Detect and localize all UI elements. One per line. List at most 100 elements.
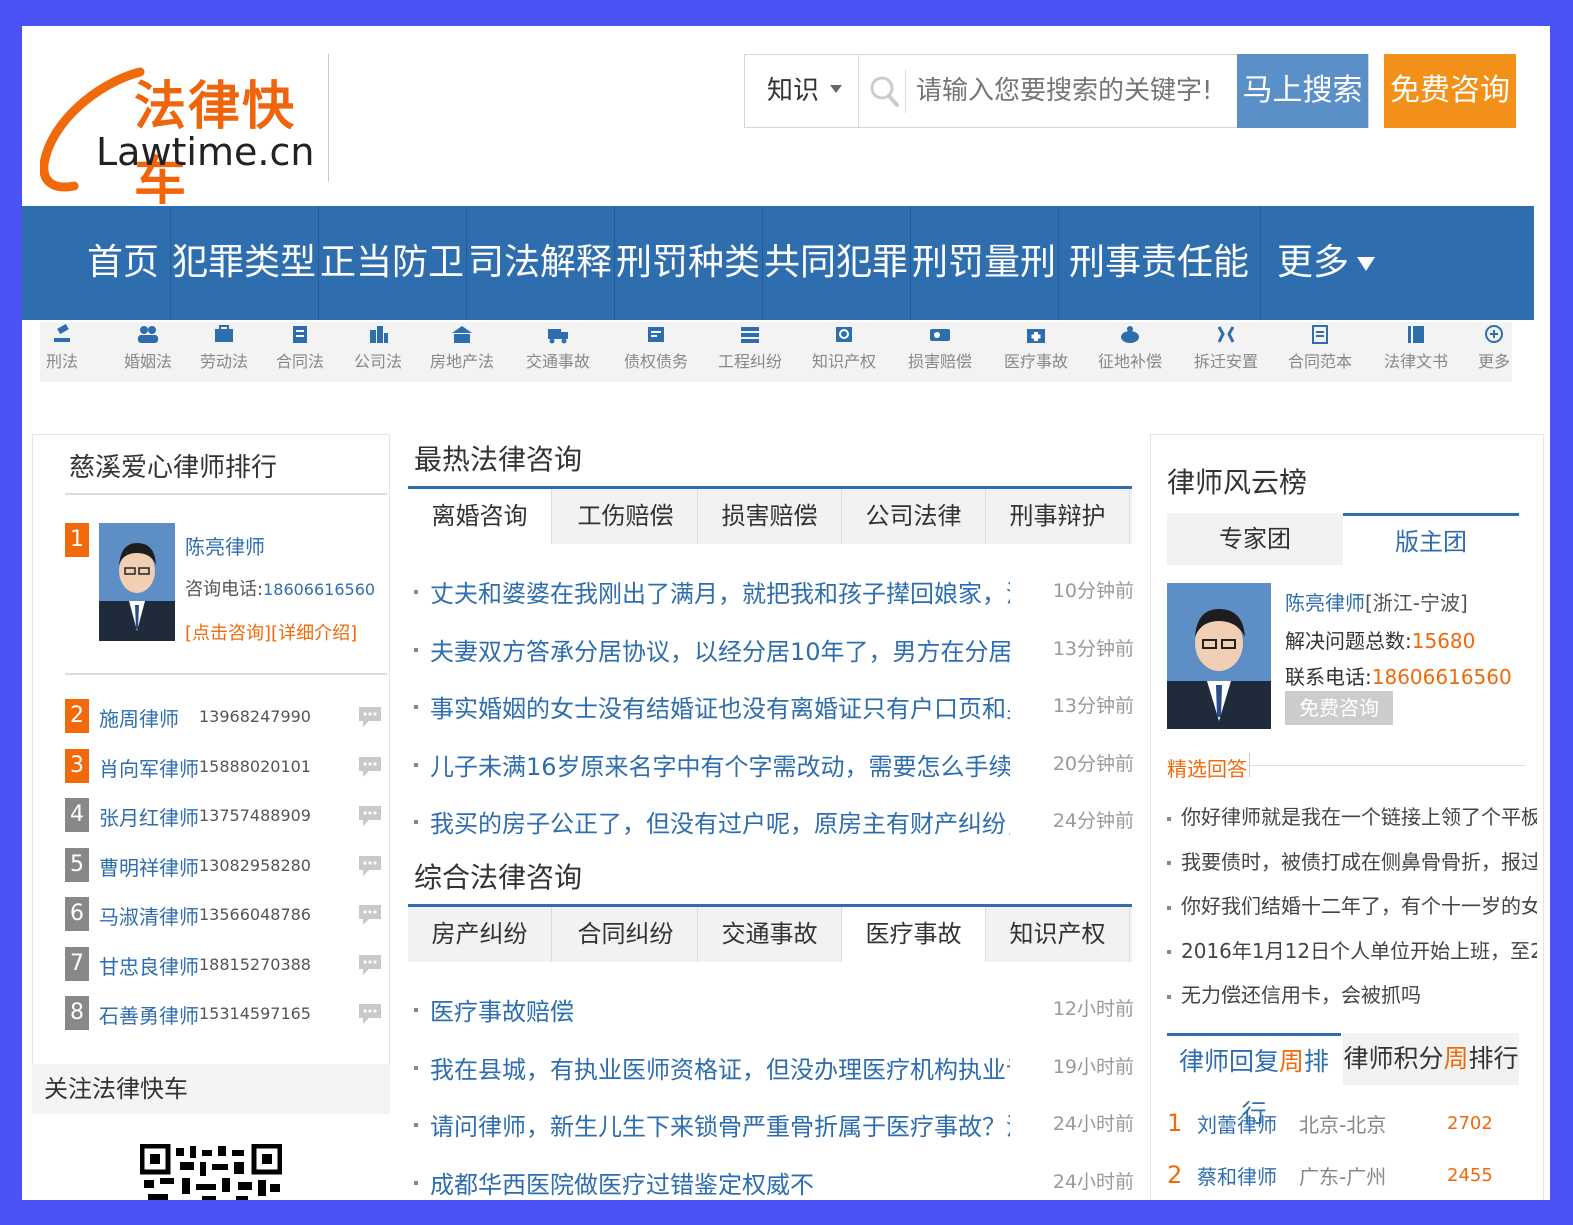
chat-bubble-icon[interactable] (357, 903, 383, 927)
category-demolition[interactable]: 拆迁安置 (1194, 324, 1258, 372)
question-link[interactable]: 成都华西医院做医疗过错鉴定权威不 (430, 1165, 1010, 1200)
chat-bubble-icon[interactable] (357, 953, 383, 977)
phone-number: 18606616560 (263, 580, 376, 599)
category-plus-circle[interactable]: 更多 (1478, 324, 1510, 372)
nav-item-sentencing[interactable]: 刑罚量刑 (910, 206, 1058, 320)
search-input[interactable] (905, 69, 1225, 113)
nav-item-judicial-interpretation[interactable]: 司法解释 (466, 206, 614, 320)
tab-general-2[interactable]: 合同纠纷 (554, 907, 698, 962)
picked-answer-link[interactable]: 无力偿还信用卡，会被抓吗 (1167, 979, 1537, 1008)
chat-bubble-icon[interactable] (357, 705, 383, 729)
chat-bubble-icon[interactable] (357, 1002, 383, 1026)
question-item[interactable]: 成都华西医院做医疗过错鉴定权威不 24小时前 (414, 1165, 1134, 1201)
tab-hot-1[interactable]: 离婚咨询 (408, 489, 552, 544)
nav-item-penalty-types[interactable]: 刑罚种类 (614, 206, 762, 320)
picked-answer-link[interactable]: 2016年1月12日个人单位开始上班，至2016 (1167, 935, 1537, 964)
details-link[interactable]: [详细介绍] (271, 623, 357, 644)
question-time: 13分钟前 (1052, 695, 1134, 717)
lawyer-name[interactable]: 蔡和律师 (1197, 1161, 1277, 1190)
category-briefcase[interactable]: 劳动法 (200, 324, 248, 372)
question-item[interactable]: 医疗事故赔偿 12小时前 (414, 992, 1134, 1032)
lawyer-name[interactable]: 马淑清律师 (99, 901, 199, 930)
free-consult-button[interactable]: 免费咨询 (1384, 54, 1516, 128)
nav-item-joint-crime[interactable]: 共同犯罪 (762, 206, 910, 320)
tab-hot-3[interactable]: 损害赔偿 (698, 489, 842, 544)
question-link[interactable]: 医疗事故赔偿 (430, 992, 1010, 1027)
category-house[interactable]: 房地产法 (430, 324, 494, 372)
category-copyright[interactable]: 知识产权 (812, 324, 876, 372)
lawyer-photo[interactable] (99, 523, 175, 641)
lawyer-name[interactable]: 曹明祥律师 (99, 852, 199, 881)
nav-item-self-defense[interactable]: 正当防卫 (318, 206, 466, 320)
chat-bubble-icon[interactable] (357, 804, 383, 828)
lawyer-name[interactable]: 张月红律师 (99, 802, 199, 831)
question-item[interactable]: 儿子未满16岁原来名字中有个字需改动，需要怎么手续 20分钟前 (414, 747, 1134, 787)
category-couple[interactable]: 婚姻法 (124, 324, 172, 372)
question-link[interactable]: 我在县城，有执业医师资格证，但没办理医疗机构执业许 (430, 1050, 1010, 1085)
category-truck[interactable]: 交通事故 (526, 324, 590, 372)
search-button[interactable]: 马上搜索 (1237, 54, 1368, 128)
lawyer-name[interactable]: 肖向军律师 (99, 753, 199, 782)
chat-bubble-icon[interactable] (357, 755, 383, 779)
question-item[interactable]: 事实婚姻的女士没有结婚证也没有离婚证只有户口页和身 13分钟前 (414, 689, 1134, 729)
question-item[interactable]: 请问律师，新生儿生下来锁骨严重骨折属于医疗事故？没 24小时前 (414, 1107, 1134, 1147)
nav-item-home[interactable]: 首页 (76, 206, 170, 320)
category-brick[interactable]: 工程纠纷 (718, 324, 782, 372)
picked-answer-link[interactable]: 我要债时，被债打成在侧鼻骨骨折，报过 (1167, 846, 1537, 875)
question-link[interactable]: 请问律师，新生儿生下来锁骨严重骨折属于医疗事故？没 (430, 1107, 1010, 1142)
top-lawyer-name[interactable]: 陈亮律师 (185, 531, 265, 560)
copyright-icon (836, 327, 852, 342)
category-label: 房地产法 (430, 352, 495, 371)
site-logo[interactable]: 法律快车 Lawtime.cn (40, 64, 330, 212)
tab-expert-team[interactable]: 专家团 (1167, 513, 1343, 565)
category-page[interactable]: 合同范本 (1288, 324, 1352, 372)
lawyer-name[interactable]: 陈亮律师[浙江-宁波] (1285, 587, 1468, 616)
question-item[interactable]: 丈夫和婆婆在我刚出了满月，就把我和孩子撵回娘家，没 10分钟前 (414, 574, 1134, 614)
tab-moderator-team[interactable]: 版主团 (1343, 513, 1519, 565)
lawyer-name[interactable]: 刘蕾律师 (1197, 1109, 1277, 1138)
tab-general-3[interactable]: 交通事故 (698, 907, 842, 962)
category-document[interactable]: 合同法 (276, 324, 324, 372)
nav-item-crime-types[interactable]: 犯罪类型 (170, 206, 318, 320)
picked-answer-link[interactable]: 你好我们结婚十二年了，有个十一岁的女 (1167, 890, 1537, 919)
question-item[interactable]: 我在县城，有执业医师资格证，但没办理医疗机构执业许 19小时前 (414, 1050, 1134, 1090)
question-link[interactable]: 事实婚姻的女士没有结婚证也没有离婚证只有户口页和身 (430, 689, 1010, 724)
category-label: 征地补偿 (1098, 352, 1163, 371)
lawyer-name[interactable]: 施周律师 (99, 703, 179, 732)
question-link[interactable]: 我买的房子公正了，但没有过户呢，原房主有财产纠纷， (430, 804, 1010, 839)
category-gavel[interactable]: 刑法 (46, 324, 78, 372)
tab-hot-2[interactable]: 工伤赔偿 (554, 489, 698, 544)
rank-badge: 8 (65, 996, 89, 1030)
lawyer-photo[interactable] (1167, 583, 1271, 729)
lawyer-name[interactable]: 甘忠良律师 (99, 951, 199, 980)
tab-general-4[interactable]: 医疗事故 (842, 907, 986, 962)
question-link[interactable]: 丈夫和婆婆在我刚出了满月，就把我和孩子撵回娘家，没 (430, 574, 1010, 609)
search-category-select[interactable]: 知识 (745, 55, 859, 127)
lawyer-location: 北京-北京 (1299, 1113, 1387, 1137)
chat-bubble-icon[interactable] (357, 854, 383, 878)
category-coin-bag[interactable]: 征地补偿 (1098, 324, 1162, 372)
question-link[interactable]: 夫妻双方答承分居协议，以经分居10年了，男方在分居的 (430, 632, 1010, 667)
follow-heading: 关注法律快车 (32, 1064, 390, 1114)
question-link[interactable]: 儿子未满16岁原来名字中有个字需改动，需要怎么手续 (430, 747, 1010, 782)
tab-reply-weekly-rank[interactable]: 律师回复周排行 (1167, 1033, 1341, 1128)
tab-general-1[interactable]: 房产纠纷 (408, 907, 552, 962)
picked-answer-link[interactable]: 你好律师就是我在一个链接上领了个平板 (1167, 801, 1537, 830)
question-item[interactable]: 夫妻双方答承分居协议，以经分居10年了，男方在分居的 13分钟前 (414, 632, 1134, 672)
tab-hot-5[interactable]: 刑事辩护 (986, 489, 1130, 544)
tab-general-5[interactable]: 知识产权 (986, 907, 1130, 962)
category-medkit[interactable]: 医疗事故 (1004, 324, 1068, 372)
nav-item-criminal-capacity[interactable]: 刑事责任能力 (1058, 206, 1260, 397)
question-item[interactable]: 我买的房子公正了，但没有过户呢，原房主有财产纠纷， 24分钟前 (414, 804, 1134, 844)
category-building[interactable]: 公司法 (354, 324, 402, 372)
category-ledger[interactable]: 债权债务 (624, 324, 688, 372)
tab-points-weekly-rank[interactable]: 律师积分周排行 (1343, 1033, 1519, 1085)
nav-item-more[interactable]: 更多 (1266, 206, 1386, 320)
category-book[interactable]: 法律文书 (1384, 324, 1448, 372)
category-money[interactable]: 损害赔偿 (908, 324, 972, 372)
divider (1247, 765, 1525, 766)
tab-hot-4[interactable]: 公司法律 (842, 489, 986, 544)
free-consult-button[interactable]: 免费咨询 (1285, 691, 1393, 725)
click-consult-link[interactable]: [点击咨询] (185, 623, 271, 644)
lawyer-name[interactable]: 石善勇律师 (99, 1000, 199, 1029)
